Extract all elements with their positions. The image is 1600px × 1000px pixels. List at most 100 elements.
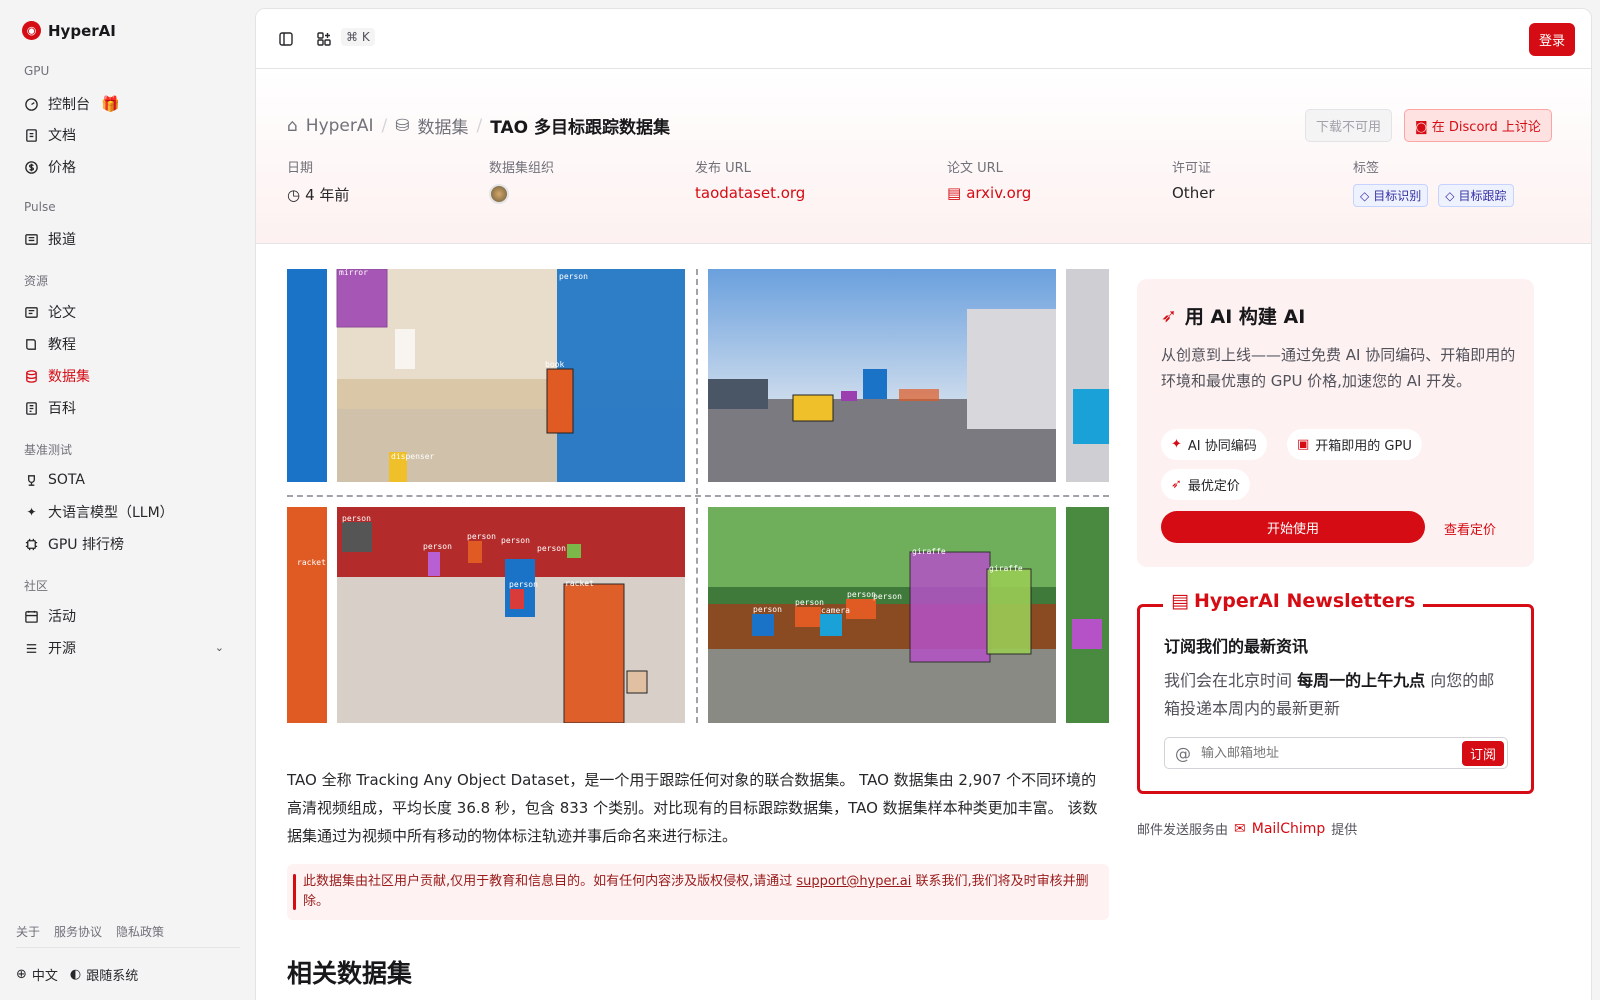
nav-section-pulse: Pulse (24, 200, 56, 214)
trophy-icon (24, 473, 39, 488)
breadcrumb-home[interactable]: HyperAI (306, 116, 374, 136)
globe-icon: ⊕ (16, 967, 27, 982)
page-title: TAO 多目标跟踪数据集 (490, 118, 671, 138)
sparkle-icon: ✦ (26, 505, 37, 519)
sidebar-item-papers[interactable]: 论文 (16, 297, 238, 327)
database-icon (24, 369, 39, 384)
mailchimp-text: 提供 (1331, 823, 1358, 838)
topbar: ⌘ K 登录 (256, 9, 1591, 69)
meta-tags: 标签 ◇ 目标识别 ◇ 目标跟踪 (1353, 157, 1519, 207)
meta-value (489, 184, 554, 204)
subscribe-button[interactable]: 订阅 (1461, 741, 1504, 766)
meta-label: 标签 (1353, 161, 1380, 176)
release-url-link[interactable]: taodataset.org (695, 184, 805, 202)
tag-chip[interactable]: ◇ 目标跟踪 (1438, 184, 1514, 207)
support-email-link[interactable]: support@hyper.ai (796, 874, 911, 889)
nav-section-community: 社区 (24, 579, 49, 593)
sidebar-item-label: 文档 (48, 128, 76, 144)
sidebar-settings: ⊕ 中文 ◐ 跟随系统 (16, 965, 138, 984)
sidebar-item-docs[interactable]: 文档 (16, 120, 238, 150)
sidebar-item-opensource[interactable]: 开源 ⌄ (16, 633, 238, 663)
get-started-button[interactable]: 开始使用 (1161, 511, 1425, 543)
sidebar-item-llm[interactable]: ✦ 大语言模型（LLM） (16, 497, 238, 527)
gauge-icon (24, 97, 39, 112)
rocket-icon: ➶ (1171, 477, 1182, 492)
detection-label: racket (297, 558, 326, 567)
pill-label: 最优定价 (1187, 479, 1240, 494)
clock-icon: ◷ (287, 185, 301, 204)
paper-url-link[interactable]: ▤ arxiv.org (947, 184, 1031, 202)
discord-button[interactable]: ◙ 在 Discord 上讨论 (1404, 109, 1552, 142)
discord-icon: ◙ (1415, 120, 1428, 135)
wiki-icon (24, 401, 39, 416)
paper-icon: ▤ (947, 184, 962, 202)
sidebar-item-sota[interactable]: SOTA (16, 465, 238, 495)
detection-label: person (559, 272, 588, 281)
privacy-link[interactable]: 隐私政策 (116, 923, 164, 940)
sidebar-footer-links: 关于 服务协议 隐私政策 (16, 923, 164, 940)
sidebar-item-pricing[interactable]: 价格 (16, 152, 238, 182)
sidebar-item-label: 报道 (48, 232, 76, 248)
meta-paper-url: 论文 URL ▤ arxiv.org (947, 157, 1031, 202)
sidebar-item-console[interactable]: 控制台 🎁 (16, 89, 238, 119)
sparkle-icon: ✦ (1171, 437, 1182, 452)
breadcrumb-separator: / (476, 115, 483, 136)
promo-title: ➶ 用 AI 构建 AI (1161, 302, 1305, 329)
meta-date: 日期 ◷ 4 年前 (287, 157, 349, 205)
meta-release-url: 发布 URL taodataset.org (695, 157, 805, 202)
sidebar-item-reports[interactable]: 报道 (16, 224, 238, 254)
theme-icon: ◐ (69, 967, 82, 982)
tag-chip[interactable]: ◇ 目标识别 (1353, 184, 1429, 207)
theme-switch[interactable]: ◐ 跟随系统 (70, 965, 138, 984)
sidebar-item-wiki[interactable]: 百科 (16, 393, 238, 423)
promo-description: 从创意到上线——通过免费 AI 协同编码、开箱即用的环境和最优惠的 GPU 价格… (1161, 346, 1516, 390)
theme-label: 跟随系统 (86, 969, 139, 984)
newsletter-subtitle: 订阅我们的最新资讯 (1164, 637, 1309, 656)
newspaper-icon: ▤ (1171, 590, 1189, 612)
image-tile-edge (287, 269, 327, 482)
sidebar-item-label: 价格 (48, 160, 76, 176)
sidebar-item-gpu-leaderboard[interactable]: GPU 排行榜 (16, 529, 238, 559)
language-switch[interactable]: ⊕ 中文 (16, 965, 58, 984)
newsletter-description: 我们会在北京时间 每周一的上午九点 向您的邮箱投递本周内的最新更新 (1164, 667, 1509, 723)
collage-divider (287, 495, 1109, 497)
detection-label: dispenser (391, 452, 435, 461)
database-icon: ⛁ (395, 115, 410, 136)
about-link[interactable]: 关于 (16, 923, 40, 940)
apps-icon[interactable] (314, 29, 334, 49)
promo-card: ➶ 用 AI 构建 AI 从创意到上线——通过免费 AI 协同编码、开箱即用的环… (1137, 279, 1534, 567)
feature-pill: ➶ 最优定价 (1161, 469, 1250, 500)
date-value: 4 年前 (305, 186, 350, 204)
login-button[interactable]: 登录 (1528, 23, 1575, 56)
detection-label: person (423, 542, 452, 551)
sidebar-item-events[interactable]: 活动 (16, 601, 238, 631)
calendar-icon (24, 609, 39, 624)
chevron-down-icon[interactable]: ⌄ (215, 641, 224, 654)
detection-label: person (342, 514, 371, 523)
email-input[interactable] (1201, 745, 1451, 761)
sidebar-item-label: 大语言模型（LLM） (48, 505, 174, 521)
feature-pill: ✦ AI 协同编码 (1161, 429, 1267, 460)
nav-section-resources: 资源 (24, 274, 49, 288)
sidebar-item-datasets[interactable]: 数据集 (16, 361, 238, 391)
server-icon: ▣ (1297, 437, 1310, 452)
sidebar-item-label: SOTA (48, 472, 85, 488)
brand-logo[interactable]: ◉ HyperAI (22, 21, 116, 40)
mailchimp-link[interactable]: MailChimp (1252, 821, 1326, 837)
detection-label: giraffe (912, 547, 946, 556)
sidebar-item-tutorials[interactable]: 教程 (16, 329, 238, 359)
sidebar-item-label: 活动 (48, 609, 76, 625)
download-button[interactable]: 下载不可用 (1305, 109, 1393, 142)
email-field: @ 订阅 (1164, 737, 1508, 769)
chip-icon (24, 537, 39, 552)
terms-link[interactable]: 服务协议 (54, 923, 102, 940)
notice-text: 此数据集由社区用户贡献,仅用于教育和信息目的。如有任何内容涉及版权侵权,请通过 (303, 874, 797, 889)
command-shortcut[interactable]: ⌘ K (341, 28, 375, 46)
breadcrumb-datasets[interactable]: 数据集 (418, 113, 469, 138)
organization-avatar[interactable] (489, 184, 509, 204)
view-pricing-link[interactable]: 查看定价 (1444, 519, 1496, 538)
sidebar-toggle-icon[interactable] (276, 29, 296, 49)
image-tile-edge (287, 507, 327, 723)
detection-label: person (501, 536, 530, 545)
detection-label: person (537, 544, 566, 553)
